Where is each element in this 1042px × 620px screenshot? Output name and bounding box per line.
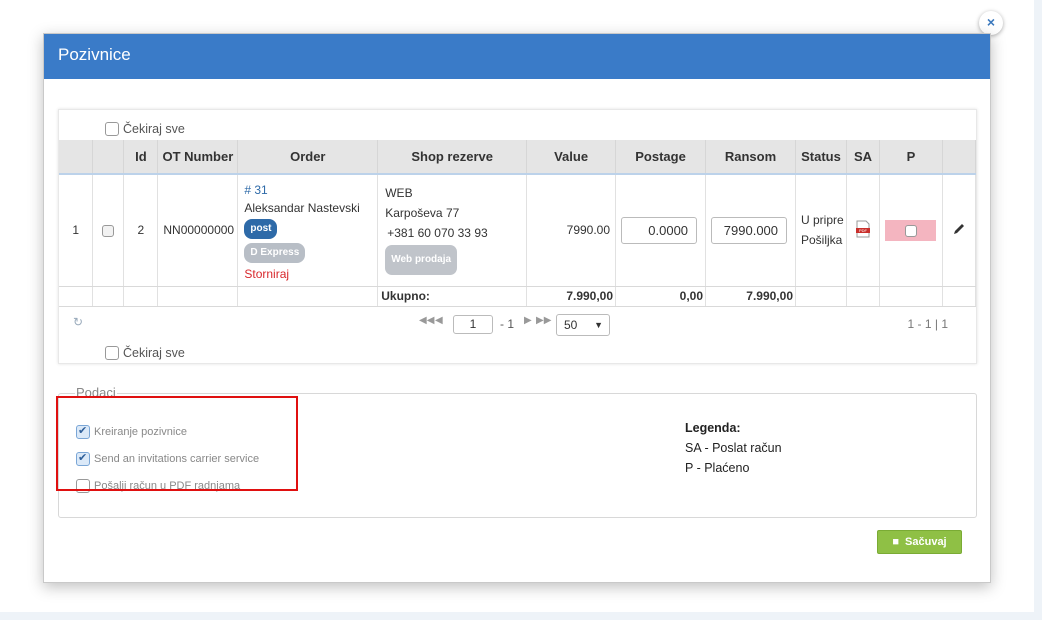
shop-name: WEB [385, 186, 413, 201]
save-label: Sačuvaj [905, 536, 947, 548]
floppy-icon: ■ [892, 536, 900, 548]
check-all-top[interactable]: Čekiraj sve [105, 122, 185, 136]
web-prodaja-badge: Web prodaja [385, 245, 458, 276]
col-actions [942, 140, 977, 174]
table-row[interactable]: 1 2 NN00000000 # 31 Aleksandar Nastevski… [59, 173, 977, 287]
row-id: 2 [123, 173, 159, 287]
prev-page-icon[interactable]: ◀ [435, 315, 443, 326]
col-value[interactable]: Value [526, 140, 617, 174]
modal-title: Pozivnice [58, 45, 131, 64]
page-range: 1 - 1 | 1 [907, 317, 948, 331]
chevron-down-icon: ▼ [594, 320, 603, 330]
storniraj-link[interactable]: Storniraj [244, 265, 377, 283]
row-status: U pripre Pošiljka [795, 173, 847, 287]
check-all-checkbox-bottom[interactable] [105, 346, 119, 360]
summary-value: 7.990,00 [526, 286, 617, 307]
row-ot-number: NN00000000 [157, 173, 239, 287]
page-input[interactable]: 1 [453, 315, 493, 334]
col-status[interactable]: Status [795, 140, 847, 174]
ransom-input[interactable]: 7990.000 [711, 216, 788, 244]
col-index [59, 140, 94, 174]
row-postage: 0.0000 [615, 173, 707, 287]
pencil-icon[interactable] [952, 222, 966, 236]
check-all-checkbox[interactable] [105, 122, 119, 136]
col-p[interactable]: P [879, 140, 943, 174]
shop-phone: +381 60 070 33 93 [387, 226, 488, 241]
row-shop-rezerve: WEB Karpoševa 77 +381 60 070 33 93 Web p… [377, 173, 528, 287]
col-postage[interactable]: Postage [615, 140, 707, 174]
modal-header: Pozivnice [44, 34, 990, 79]
customer-name: Aleksandar Nastevski [244, 201, 360, 215]
order-link[interactable]: # 31 [244, 181, 377, 199]
summary-ransom: 7.990,00 [705, 286, 796, 307]
row-order: # 31 Aleksandar Nastevski post D Express… [237, 173, 379, 287]
row-index: 1 [59, 173, 94, 287]
post-badge: post [244, 219, 278, 239]
row-ransom: 7990.000 [705, 173, 796, 287]
svg-text:PDF: PDF [859, 228, 868, 233]
shop-address: Karpoševa 77 [385, 206, 460, 221]
page-size-select[interactable]: 50 ▼ [556, 314, 610, 336]
legend: Legenda: SA - Poslat račun P - Plaćeno [685, 418, 782, 478]
next-page-icon[interactable]: ▶ [524, 315, 532, 326]
check-all-label: Čekiraj sve [123, 122, 185, 136]
invitations-modal: Pozivnice Čekiraj sve Id OT Number Order… [43, 33, 991, 583]
summary-row: Ukupno: 7.990,00 0,00 7.990,00 [59, 286, 977, 307]
express-badge: D Express [244, 243, 306, 263]
paid-cell[interactable] [885, 219, 937, 241]
orders-grid: Čekiraj sve Id OT Number Order Shop reze… [58, 109, 977, 364]
row-actions [942, 173, 977, 287]
row-checkbox[interactable] [102, 225, 115, 238]
row-select[interactable] [92, 173, 125, 287]
status-line-1: U pripre [801, 213, 844, 228]
page-size-value: 50 [564, 318, 578, 332]
pdf-icon[interactable]: PDF [855, 220, 871, 238]
check-all-bottom[interactable]: Čekiraj sve [105, 346, 185, 360]
row-sa: PDF [846, 173, 880, 287]
legend-title: Legenda: [685, 421, 741, 435]
summary-label: Ukupno: [377, 286, 528, 307]
summary-postage: 0,00 [615, 286, 707, 307]
col-sa[interactable]: SA [846, 140, 880, 174]
postage-input[interactable]: 0.0000 [621, 216, 698, 244]
col-ot-number[interactable]: OT Number [157, 140, 239, 174]
legend-line-sa: SA - Poslat račun [685, 441, 782, 455]
pager: ↻ ◀◀ ◀ 1 - 1 ▶ ▶▶ 50 ▼ 1 - 1 | 1 [59, 312, 976, 336]
check-all-label-bottom: Čekiraj sve [123, 346, 185, 360]
col-ransom[interactable]: Ransom [705, 140, 796, 174]
first-page-icon[interactable]: ◀◀ [419, 315, 434, 326]
col-select [92, 140, 125, 174]
save-button[interactable]: ■ Sačuvaj [877, 530, 962, 554]
col-id[interactable]: Id [123, 140, 159, 174]
highlight-box [56, 396, 298, 491]
paid-checkbox[interactable] [904, 224, 917, 237]
last-page-icon[interactable]: ▶▶ [536, 315, 551, 326]
status-line-2: Pošiljka [801, 233, 843, 248]
col-order[interactable]: Order [237, 140, 379, 174]
refresh-icon[interactable]: ↻ [73, 315, 83, 329]
row-p [879, 173, 943, 287]
page-total: - 1 [500, 317, 515, 331]
orders-table: Id OT Number Order Shop rezerve Value Po… [59, 140, 977, 307]
row-value: 7990.00 [526, 173, 617, 287]
close-button[interactable]: × [979, 11, 1003, 35]
legend-line-p: P - Plaćeno [685, 461, 750, 475]
table-header-row: Id OT Number Order Shop rezerve Value Po… [59, 140, 977, 174]
col-shop-rezerve[interactable]: Shop rezerve [377, 140, 528, 174]
